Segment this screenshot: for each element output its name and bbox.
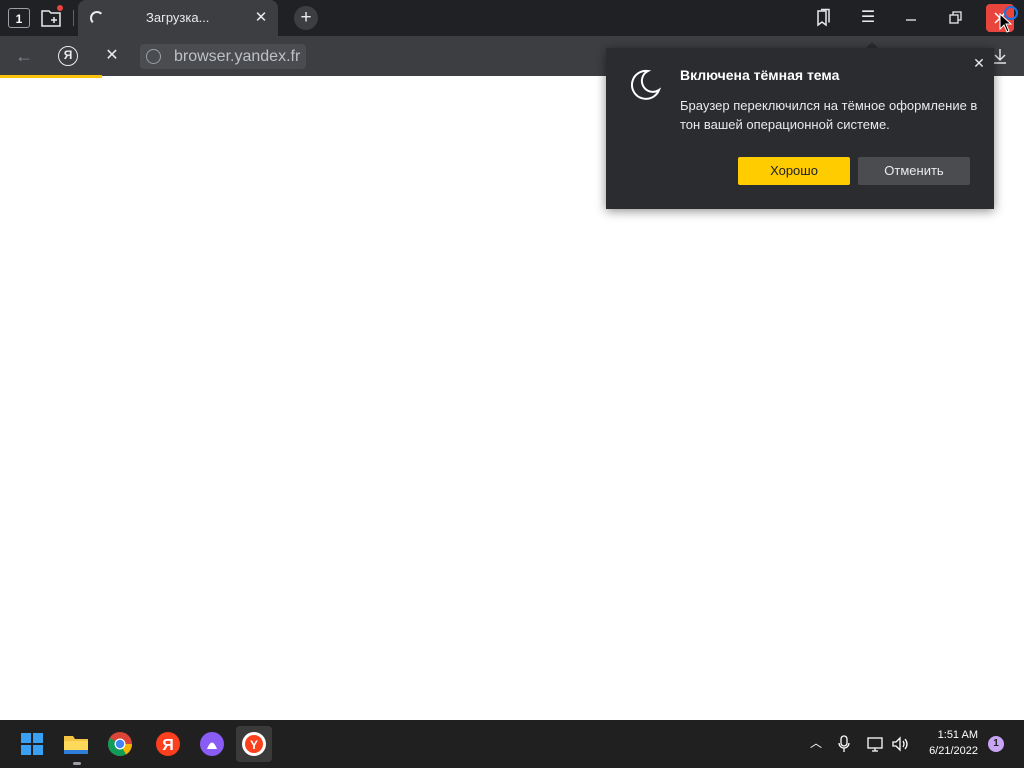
popup-message: Браузер переключился на тёмное оформлени… [680, 98, 978, 132]
tab-active[interactable]: Загрузка... ✕ [78, 0, 278, 36]
file-explorer-icon[interactable] [60, 728, 92, 760]
svg-text:Y: Y [250, 738, 258, 752]
yandex-icon[interactable]: Я [152, 728, 184, 760]
tab-bar: 1 Загрузка... ✕ + ☰ [0, 0, 1024, 36]
microphone-icon[interactable] [836, 734, 852, 754]
restore-icon[interactable] [944, 8, 966, 28]
ok-button[interactable]: Хорошо [738, 157, 850, 185]
tab-divider [73, 10, 74, 26]
yandex-home-button[interactable]: Я [58, 46, 78, 66]
loading-spinner-icon [90, 11, 104, 25]
mouse-cursor-icon [999, 12, 1013, 33]
volume-icon[interactable] [890, 734, 910, 754]
clock-date[interactable]: 6/21/2022 [910, 744, 978, 759]
bookmarks-icon[interactable] [812, 8, 834, 28]
network-icon[interactable] [866, 734, 886, 754]
new-tab-button[interactable]: + [294, 6, 318, 30]
moon-icon [628, 68, 662, 102]
tab-close-button[interactable]: ✕ [252, 9, 270, 27]
stop-loading-button[interactable]: ✕ [102, 46, 122, 66]
alice-icon[interactable] [196, 728, 228, 760]
dark-theme-popup: Включена тёмная тема Браузер переключилс… [606, 48, 994, 209]
minimize-icon[interactable] [900, 8, 922, 28]
popup-close-button[interactable]: ✕ [970, 54, 988, 72]
tab-title: Загрузка... [146, 10, 210, 25]
url-text: browser.yandex.fr [174, 48, 301, 65]
tray-overflow-icon[interactable]: ︿ [806, 733, 826, 753]
globe-icon [146, 49, 161, 64]
notification-badge[interactable]: 1 [988, 736, 1004, 752]
back-button[interactable]: ← [14, 46, 34, 66]
running-app-indicator [73, 762, 81, 765]
svg-text:Я: Я [162, 737, 174, 754]
cancel-button[interactable]: Отменить [858, 157, 970, 185]
url-field[interactable]: browser.yandex.fr [140, 44, 306, 69]
menu-icon[interactable]: ☰ [857, 8, 879, 28]
new-tab-folder-icon[interactable] [40, 8, 64, 28]
notification-dot [57, 5, 63, 11]
chrome-icon[interactable] [104, 728, 136, 760]
yandex-browser-icon[interactable]: Y [236, 726, 272, 762]
start-icon[interactable] [16, 728, 48, 760]
tabs-counter-button[interactable]: 1 [8, 8, 30, 28]
clock-time[interactable]: 1:51 AM [916, 728, 978, 743]
page-load-progress [0, 75, 103, 78]
popup-title: Включена тёмная тема [680, 67, 840, 83]
